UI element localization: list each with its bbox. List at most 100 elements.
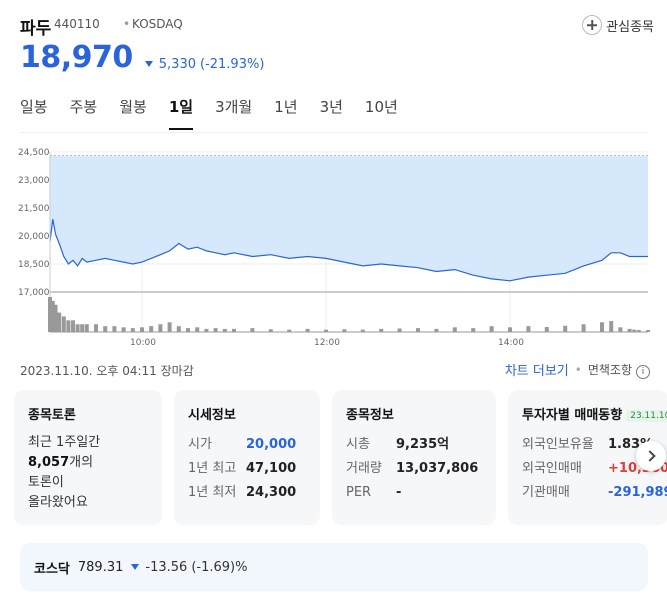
current-price: 18,970: [20, 40, 133, 75]
stock-header: 파두 440110 • KOSDAQ 관심종목: [20, 12, 660, 42]
volume-bar: [379, 328, 384, 332]
x-tick-label: 14:00: [498, 338, 524, 348]
tab-period[interactable]: 주봉: [70, 96, 98, 132]
change-percent: (-21.93%): [200, 56, 265, 72]
volume-bar: [526, 326, 531, 332]
volume-bar: [581, 324, 586, 332]
info-row-label: 시총: [346, 437, 370, 452]
volume-bar: [213, 328, 218, 332]
next-cards-button[interactable]: [636, 441, 666, 471]
volume-bar: [618, 327, 623, 332]
discussion-card[interactable]: 종목토론 최근 1주일간 8,057개의 토론이 올라왔어요: [14, 390, 162, 525]
down-triangle-icon: [144, 61, 153, 67]
add-watchlist-button[interactable]: 관심종목: [582, 12, 654, 38]
index-value: 789.31: [77, 559, 124, 575]
watchlist-label: 관심종목: [606, 19, 654, 35]
tab-period[interactable]: 10년: [365, 96, 398, 132]
discussion-count-suffix: 개의: [69, 455, 94, 470]
volume-bar: [268, 329, 273, 332]
index-change-percent: (-1.69)%: [191, 559, 248, 575]
card-title: 종목정보: [346, 408, 394, 423]
volume-bar: [609, 321, 614, 332]
index-change: -13.56 (-1.69)%: [131, 560, 247, 575]
volume-bar: [66, 320, 71, 332]
volume-bar: [176, 326, 181, 332]
info-row-label: 1년 최고: [188, 461, 237, 476]
volume-bar: [232, 328, 236, 332]
volume-bar: [57, 312, 62, 332]
disclaimer-link[interactable]: 면책조항 i: [588, 361, 650, 379]
info-row-label: 기관매매: [522, 485, 570, 500]
info-row: 거래량 13,037,806: [346, 457, 482, 481]
x-tick-label: 12:00: [314, 338, 340, 348]
chart-meta: 2023.11.10. 오후 04:11 장마감 차트 더보기 • 면책조항 i: [20, 360, 650, 380]
tab-period[interactable]: 일봉: [20, 96, 48, 132]
change-amount: 5,330: [158, 56, 196, 72]
stock-info-card[interactable]: 종목정보 시총 9,235억거래량 13,037,806 PER -: [332, 390, 496, 525]
info-row: 외국인매매 +10,360: [522, 457, 667, 481]
x-tick-label: 10:00: [130, 338, 156, 348]
volume-bar: [94, 324, 98, 332]
volume-bar: [434, 328, 439, 332]
volume-bar: [61, 316, 66, 332]
quote-card[interactable]: 시세정보 시가 20,000 1년 최고 47,100 1년 최저 24,300: [174, 390, 320, 525]
tab-period[interactable]: 3개월: [215, 96, 252, 132]
price-row: 18,970 5,330 (-21.93%): [20, 40, 264, 80]
quote-rows: 시가 20,000 1년 최고 47,100 1년 최저 24,300: [188, 433, 306, 505]
volume-bar: [360, 329, 365, 332]
info-row: PER -: [346, 481, 482, 505]
volume-bar: [416, 328, 420, 332]
volume-bar: [600, 322, 604, 332]
info-row-label: 1년 최저: [188, 485, 237, 500]
market-timestamp: 2023.11.10. 오후 04:11 장마감: [20, 364, 194, 378]
price-change: 5,330 (-21.93%): [144, 56, 265, 72]
volume-bar: [186, 328, 190, 332]
chart-more-link[interactable]: 차트 더보기: [505, 360, 569, 379]
tab-period[interactable]: 1일: [168, 96, 194, 132]
info-row: 외국인보유율 1.83%: [522, 433, 654, 457]
period-tabs: 일봉 주봉 월봉 1일 3개월 1년 3년 10년: [20, 96, 420, 132]
volume-bar: [636, 330, 641, 332]
volume-bar: [149, 326, 154, 332]
discussion-line: 올라왔어요: [28, 495, 88, 510]
info-row: 시가 20,000: [188, 433, 306, 457]
chevron-right-icon: [643, 450, 656, 462]
info-row: 시총 9,235억: [346, 433, 482, 457]
tab-period[interactable]: 월봉: [119, 96, 147, 132]
info-row-label: 외국인매매: [522, 461, 582, 476]
card-title: 투자자별 매매동향 23.11.10: [522, 404, 667, 423]
y-tick-label: 20,000: [18, 232, 50, 242]
info-row-label: 시가: [188, 437, 212, 452]
volume-bar: [80, 324, 85, 332]
volume-bar: [627, 328, 632, 332]
volume-bar: [471, 328, 476, 332]
volume-bar: [204, 328, 209, 332]
down-triangle-icon: [131, 564, 140, 570]
info-row-value: 20,000: [246, 437, 297, 452]
volume-bar: [646, 330, 650, 332]
info-row-value: 47,100: [246, 461, 297, 476]
volume-bar: [75, 324, 80, 332]
stock-name: 파두: [20, 19, 52, 39]
info-row-label: 외국인보유율: [522, 437, 594, 452]
tab-period[interactable]: 1년: [274, 96, 297, 132]
info-icon: i: [636, 364, 650, 379]
info-row-value: 9,235억: [396, 437, 450, 452]
discussion-line: 토론이: [28, 475, 64, 490]
volume-bar: [53, 304, 58, 332]
kosdaq-index-bar[interactable]: 코스닥 789.31 -13.56 (-1.69)%: [20, 543, 648, 591]
info-row-label: PER: [346, 485, 372, 500]
tab-divider: [20, 132, 648, 133]
tab-period[interactable]: 3년: [320, 96, 343, 132]
y-tick-label: 18,500: [18, 260, 50, 270]
volume-bar: [140, 327, 144, 332]
volume-bar: [84, 324, 89, 332]
volume-bar: [452, 327, 457, 332]
volume-bar: [158, 324, 163, 332]
volume-bar: [305, 328, 310, 332]
card-title: 종목토론: [28, 408, 76, 423]
volume-bar: [71, 320, 75, 332]
volume-bar: [121, 327, 126, 332]
intraday-chart[interactable]: 24,500 23,000 21,500 20,000 18,500 17,000 10:0…: [0, 142, 667, 352]
investor-rows: 외국인보유율 1.83% 외국인매매 +10,360 기관매매 -291,989: [522, 433, 667, 505]
